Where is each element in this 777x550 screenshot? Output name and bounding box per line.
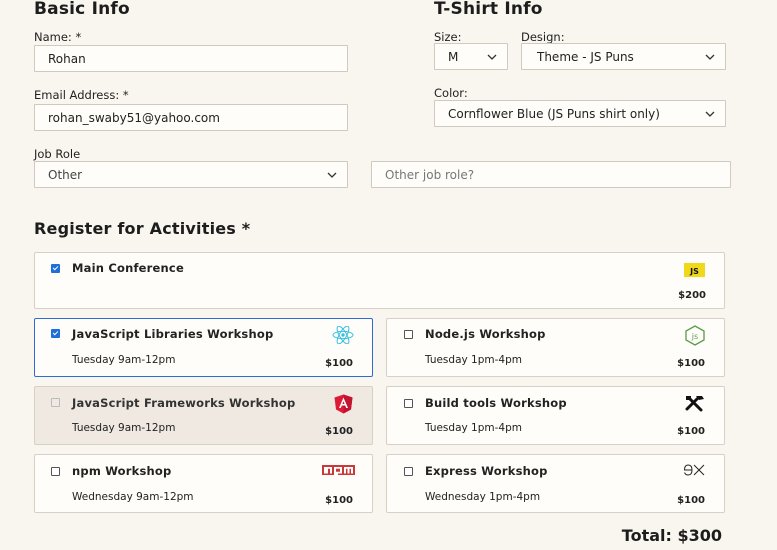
activity-price: $100 xyxy=(677,495,705,506)
chevron-down-icon xyxy=(487,54,497,60)
activity-title: JavaScript Frameworks Workshop xyxy=(72,396,296,410)
email-input[interactable]: rohan_swaby51@yahoo.com xyxy=(34,104,348,131)
npm-checkbox[interactable] xyxy=(51,467,60,476)
activity-time: Wednesday 9am-12pm xyxy=(72,491,194,503)
other-job-role-input[interactable]: Other job role? xyxy=(371,161,731,188)
activity-price: $200 xyxy=(678,290,706,301)
express-icon xyxy=(683,464,705,476)
nodejs-icon: js xyxy=(685,325,705,346)
activity-build-tools[interactable]: Build tools Workshop Tuesday 1pm-4pm $10… xyxy=(386,386,725,445)
activity-title: npm Workshop xyxy=(72,464,172,478)
job-role-label: Job Role xyxy=(34,147,81,161)
angular-icon xyxy=(334,394,353,414)
main-conference-checkbox[interactable] xyxy=(51,264,60,273)
design-value: Theme - JS Puns xyxy=(537,49,634,64)
email-input-value: rohan_swaby51@yahoo.com xyxy=(48,110,220,125)
tshirt-info-heading: T-Shirt Info xyxy=(434,0,543,19)
job-role-value: Other xyxy=(48,167,83,182)
chevron-down-icon xyxy=(705,111,715,117)
activity-title: Node.js Workshop xyxy=(425,327,546,341)
svg-text:js: js xyxy=(691,332,698,341)
js-libraries-checkbox[interactable] xyxy=(51,329,60,338)
activity-title: JavaScript Libraries Workshop xyxy=(72,327,274,341)
activity-js-libraries[interactable]: JavaScript Libraries Workshop Tuesday 9a… xyxy=(34,318,373,377)
nodejs-checkbox[interactable] xyxy=(404,330,413,339)
activity-title: Main Conference xyxy=(72,261,184,275)
basic-info-heading: Basic Info xyxy=(34,0,130,19)
activity-time: Tuesday 9am-12pm xyxy=(72,422,176,434)
tools-icon xyxy=(685,396,704,412)
design-select[interactable]: Theme - JS Puns xyxy=(521,43,726,70)
activity-time: Tuesday 1pm-4pm xyxy=(425,422,522,434)
js-icon: JS xyxy=(684,263,705,277)
express-checkbox[interactable] xyxy=(404,467,413,476)
activities-heading: Register for Activities * xyxy=(34,219,251,238)
name-input-value: Rohan xyxy=(48,51,86,66)
chevron-down-icon xyxy=(327,172,337,178)
activity-main-conference[interactable]: Main Conference JS $200 xyxy=(34,252,725,309)
activity-price: $100 xyxy=(325,358,353,369)
js-frameworks-checkbox[interactable] xyxy=(51,398,60,407)
activity-time: Wednesday 1pm-4pm xyxy=(425,491,541,503)
activity-time: Tuesday 1pm-4pm xyxy=(425,354,522,366)
color-label: Color: xyxy=(434,86,468,100)
react-icon xyxy=(332,326,354,344)
activity-npm[interactable]: npm Workshop Wednesday 9am-12pm $100 xyxy=(34,454,373,513)
build-tools-checkbox[interactable] xyxy=(404,399,413,408)
color-select[interactable]: Cornflower Blue (JS Puns shirt only) xyxy=(434,100,726,127)
activity-title: Express Workshop xyxy=(425,464,548,478)
color-value: Cornflower Blue (JS Puns shirt only) xyxy=(448,106,660,121)
activity-js-frameworks[interactable]: JavaScript Frameworks Workshop Tuesday 9… xyxy=(34,386,373,445)
size-label: Size: xyxy=(434,30,462,44)
name-input[interactable]: Rohan xyxy=(34,45,348,72)
job-role-select[interactable]: Other xyxy=(34,161,348,188)
total-cost: Total: $300 xyxy=(621,526,722,545)
activity-price: $100 xyxy=(677,358,705,369)
activity-price: $100 xyxy=(677,426,705,437)
size-value: M xyxy=(448,49,459,64)
name-label: Name: * xyxy=(34,30,82,44)
activity-title: Build tools Workshop xyxy=(425,396,567,410)
activity-express[interactable]: Express Workshop Wednesday 1pm-4pm $100 xyxy=(386,454,725,513)
activity-nodejs[interactable]: Node.js Workshop js Tuesday 1pm-4pm $100 xyxy=(386,318,725,377)
other-job-role-placeholder: Other job role? xyxy=(385,167,475,182)
design-label: Design: xyxy=(521,30,565,44)
email-label: Email Address: * xyxy=(34,88,129,102)
chevron-down-icon xyxy=(705,54,715,60)
activity-price: $100 xyxy=(325,426,353,437)
activity-price: $100 xyxy=(325,495,353,506)
npm-icon xyxy=(322,465,355,475)
size-select[interactable]: M xyxy=(434,43,508,70)
activity-time: Tuesday 9am-12pm xyxy=(72,354,176,366)
